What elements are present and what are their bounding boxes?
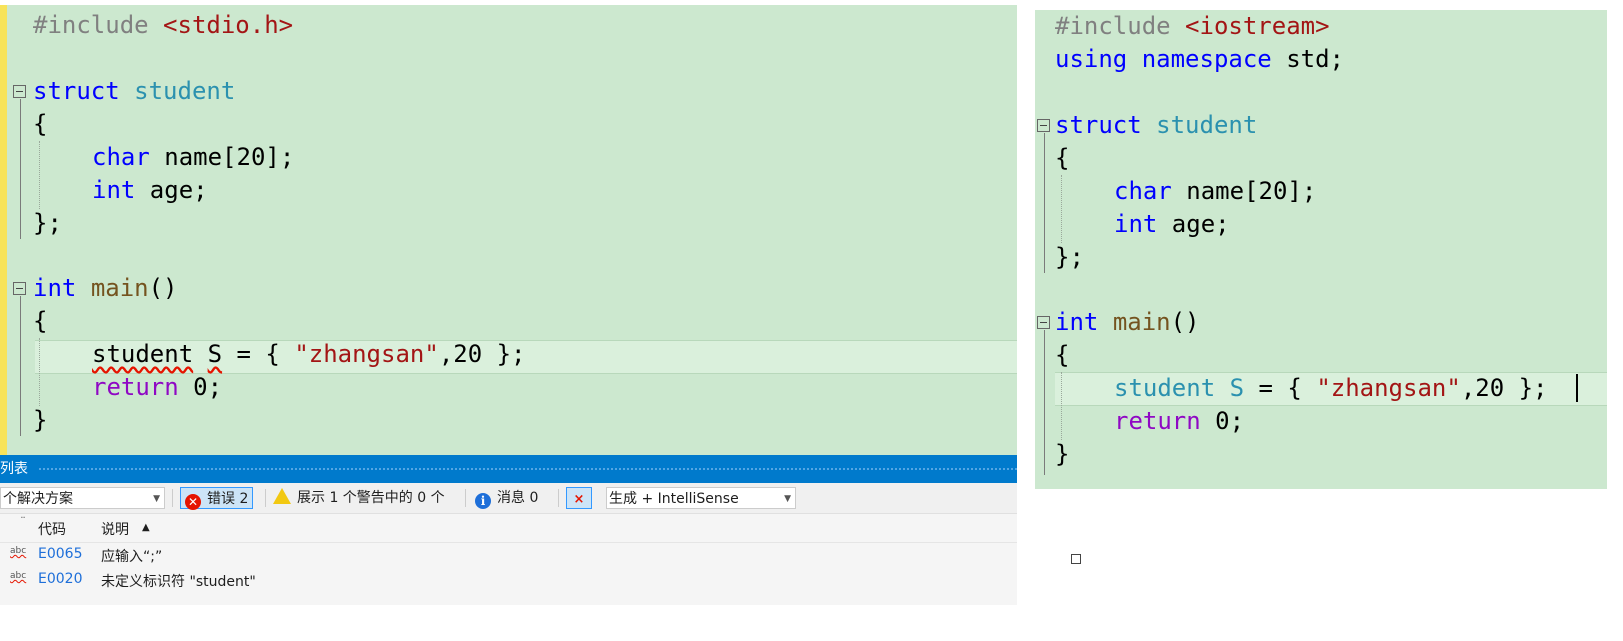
- small-box-icon: [1071, 554, 1081, 564]
- code-line-include: #include <stdio.h>: [33, 11, 294, 39]
- indent-guide: [1061, 372, 1063, 440]
- code-line-struct: struct student: [33, 77, 236, 105]
- column-description[interactable]: 说明: [101, 519, 129, 539]
- error-code-link[interactable]: E0020: [38, 571, 82, 587]
- error-description: 未定义标识符 "student": [101, 574, 256, 590]
- code-line-include: #include <iostream>: [1055, 12, 1330, 40]
- indent-guide: [39, 338, 41, 406]
- warning-triangle-icon: [273, 488, 291, 504]
- error-list-title-bar[interactable]: 列表: [0, 455, 1017, 483]
- fold-scope-line: [20, 99, 21, 239]
- toolbar-separator: [558, 489, 559, 507]
- change-margin: [0, 5, 7, 455]
- code-line-char-name: char name[20];: [1114, 177, 1317, 205]
- sort-grip-icon: ⠉: [20, 516, 26, 525]
- code-line-return: return 0;: [92, 373, 223, 401]
- error-list-panel: 列表 个解决方案 ▼ ✕ 错误 2 展示 1 个警告中的 0 个 i 消息 0 × …: [0, 455, 1017, 605]
- toolbar-separator: [465, 489, 466, 507]
- indent-guide: [1061, 175, 1063, 243]
- collapse-main-icon[interactable]: [1037, 316, 1050, 329]
- fold-scope-line: [1044, 133, 1045, 273]
- error-row[interactable]: abc E0065 应输入“;”: [0, 543, 1017, 568]
- left-code-editor[interactable]: #include <stdio.h> struct student { char…: [0, 5, 1017, 455]
- scope-value: 个解决方案: [3, 491, 73, 507]
- code-line-student-init: student S = { "zhangsan",20 };: [1114, 374, 1548, 402]
- toolbar-separator: [265, 489, 266, 507]
- code-line-int-age: int age;: [92, 176, 208, 204]
- code-line-main: int main(): [1055, 308, 1200, 336]
- text-caret: [1576, 374, 1578, 402]
- build-intellisense-dropdown[interactable]: 生成 + IntelliSense ▼: [606, 487, 796, 509]
- abc-squiggle-icon: abc: [10, 546, 27, 556]
- chevron-down-icon: ▼: [153, 494, 160, 504]
- code-line-int-age: int age;: [1114, 210, 1230, 238]
- toolbar-separator: [172, 489, 173, 507]
- code-line-brace-close: };: [33, 209, 62, 237]
- build-value: 生成 + IntelliSense: [609, 491, 739, 507]
- code-line-main-brace-close: }: [33, 406, 48, 434]
- right-code-editor[interactable]: #include <iostream> using namespace std;…: [1035, 10, 1607, 489]
- code-line-struct: struct student: [1055, 111, 1258, 139]
- abc-squiggle-icon: abc: [10, 571, 27, 581]
- warnings-filter-button[interactable]: 展示 1 个警告中的 0 个: [273, 487, 445, 509]
- code-line-student-init: student S = { "zhangsan",20 };: [92, 340, 526, 368]
- collapse-main-icon[interactable]: [13, 282, 26, 295]
- scope-dropdown[interactable]: 个解决方案 ▼: [0, 487, 165, 509]
- errors-filter-button[interactable]: ✕ 错误 2: [180, 487, 254, 510]
- collapse-struct-icon[interactable]: [1037, 119, 1050, 132]
- sort-ascending-icon: ▲: [142, 522, 150, 533]
- info-icon: i: [475, 493, 491, 509]
- column-code[interactable]: 代码: [38, 519, 66, 539]
- messages-filter-button[interactable]: i 消息 0: [475, 487, 538, 509]
- code-line-brace-close: };: [1055, 243, 1084, 271]
- code-line-main-brace-open: {: [33, 307, 48, 335]
- error-list-header: ⠉ 代码 说明 ▲: [0, 514, 1017, 543]
- error-list-title: 列表: [0, 461, 28, 477]
- code-line-char-name: char name[20];: [92, 143, 295, 171]
- error-description: 应输入“;”: [101, 549, 163, 565]
- fold-scope-line: [1044, 330, 1045, 475]
- code-line-main: int main(): [33, 274, 178, 302]
- error-list-toolbar: 个解决方案 ▼ ✕ 错误 2 展示 1 个警告中的 0 个 i 消息 0 × 生成 …: [0, 483, 1017, 514]
- title-grip: [38, 467, 1017, 471]
- error-row[interactable]: abc E0020 未定义标识符 "student": [0, 568, 1017, 593]
- indent-guide: [39, 141, 41, 209]
- collapse-struct-icon[interactable]: [13, 85, 26, 98]
- error-code-link[interactable]: E0065: [38, 546, 82, 562]
- code-line-brace-open: {: [33, 110, 48, 138]
- code-line-main-brace-open: {: [1055, 341, 1070, 369]
- chevron-down-icon: ▼: [784, 494, 791, 504]
- error-circle-icon: ✕: [185, 494, 201, 510]
- code-line-main-brace-close: }: [1055, 440, 1070, 468]
- code-line-using: using namespace std;: [1055, 45, 1344, 73]
- filter-button[interactable]: ×: [566, 487, 592, 509]
- filter-icon: ×: [573, 492, 585, 507]
- fold-scope-line: [20, 296, 21, 436]
- code-line-return: return 0;: [1114, 407, 1245, 435]
- code-line-brace-open: {: [1055, 144, 1070, 172]
